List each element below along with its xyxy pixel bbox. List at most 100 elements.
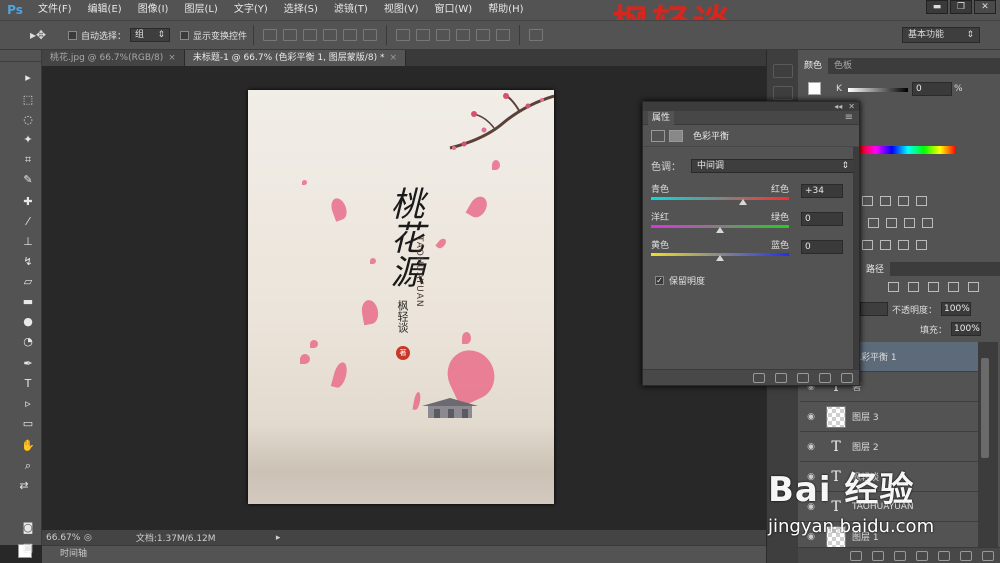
menu-select[interactable]: 选择(S) [276, 0, 326, 20]
type-icon[interactable]: T [20, 376, 36, 392]
align-hcenter-icon[interactable] [343, 29, 358, 41]
properties-scrollbar[interactable] [853, 147, 859, 369]
info-icon[interactable] [772, 86, 793, 100]
stamp-icon[interactable]: ⊥ [20, 234, 36, 250]
menu-file[interactable]: 文件(F) [30, 0, 80, 20]
menu-image[interactable]: 图像(I) [130, 0, 177, 20]
maximize-button[interactable]: ❐ [950, 0, 972, 14]
exposure-icon[interactable] [916, 196, 927, 206]
move-tool-icon[interactable]: ▸✥ [18, 24, 58, 46]
filter-shape-icon[interactable] [948, 282, 959, 292]
close-button[interactable]: ✕ [974, 0, 996, 14]
fx-icon[interactable] [872, 550, 884, 561]
eye-icon[interactable]: ◉ [800, 442, 822, 452]
crop-icon[interactable]: ⌗ [20, 152, 36, 168]
reset-icon[interactable] [797, 372, 809, 383]
distribute-vcenter-icon[interactable] [416, 29, 431, 41]
new-layer-icon[interactable] [960, 550, 972, 561]
scrollbar-thumb[interactable] [981, 358, 989, 458]
slider-thumb[interactable] [739, 199, 748, 205]
invert-icon[interactable] [862, 240, 873, 250]
menu-edit[interactable]: 编辑(E) [80, 0, 130, 20]
preserve-luminosity-checkbox[interactable]: ✓ [655, 276, 664, 285]
status-arrow-icon[interactable]: ▸ [276, 533, 281, 543]
k-value-input[interactable]: 0 [912, 82, 952, 96]
slider-track[interactable] [651, 197, 789, 205]
menu-window[interactable]: 窗口(W) [426, 0, 480, 20]
align-bottom-icon[interactable] [303, 29, 318, 41]
slider-thumb[interactable] [716, 255, 724, 261]
delete-icon[interactable] [841, 372, 853, 383]
shape-icon[interactable]: ▭ [20, 416, 36, 432]
panel-top-bar[interactable]: ◂◂ ✕ [643, 102, 859, 111]
tab-swatches[interactable]: 色板 [828, 58, 858, 74]
align-right-icon[interactable] [363, 29, 378, 41]
close-icon[interactable]: × [168, 53, 176, 63]
new-group-icon[interactable] [938, 550, 950, 561]
filter-smart-icon[interactable] [968, 282, 979, 292]
swap-colors-icon[interactable]: ⇄ [16, 478, 32, 494]
distribute-bottom-icon[interactable] [436, 29, 451, 41]
filter-adjust-icon[interactable] [908, 282, 919, 292]
menu-type[interactable]: 文字(Y) [226, 0, 276, 20]
curves-icon[interactable] [898, 196, 909, 206]
color-swatch[interactable] [808, 82, 821, 95]
zoom-icon[interactable]: ⌕ [20, 458, 36, 474]
new-adjustment-icon[interactable] [916, 550, 928, 561]
filter-type-icon[interactable] [888, 282, 899, 292]
path-select-icon[interactable]: ▹ [20, 396, 36, 412]
timeline-bar[interactable]: 时间轴 [42, 545, 766, 563]
eyedropper-icon[interactable]: ✎ [20, 172, 36, 188]
slider-track[interactable] [651, 225, 789, 233]
brightness-icon[interactable] [862, 196, 873, 206]
pen-icon[interactable]: ✒ [20, 356, 36, 372]
move-icon[interactable]: ▸ [20, 70, 36, 86]
eye-icon[interactable]: ◉ [800, 412, 822, 422]
link-icon[interactable] [850, 550, 862, 561]
opacity-input[interactable]: 100% [941, 302, 972, 316]
properties-titlebar[interactable]: 属性 ≡ [643, 110, 859, 125]
dodge-icon[interactable]: ◔ [20, 334, 36, 350]
lasso-icon[interactable]: ◌ [20, 112, 36, 128]
fill-input[interactable]: 100% [951, 322, 982, 336]
align-vcenter-icon[interactable] [283, 29, 298, 41]
history-brush-icon[interactable]: ↯ [20, 254, 36, 270]
poster-artwork[interactable]: 桃花源 TAOHUAYUAN 枫轻谈 著 [248, 90, 554, 504]
threshold-icon[interactable] [898, 240, 909, 250]
photo-filter-icon[interactable] [922, 218, 933, 228]
slider-value-input[interactable]: +34 [801, 184, 843, 198]
align-left-icon[interactable] [323, 29, 338, 41]
layer-row[interactable]: ◉ 图层 3 [800, 402, 978, 432]
layer-row[interactable]: ◉ T 图层 2 [800, 432, 978, 462]
distribute-right-icon[interactable] [496, 29, 511, 41]
properties-title[interactable]: 属性 [648, 110, 675, 125]
distribute-left-icon[interactable] [456, 29, 471, 41]
hue-icon[interactable] [868, 218, 879, 228]
menu-view[interactable]: 视图(V) [376, 0, 427, 20]
menu-help[interactable]: 帮助(H) [480, 0, 531, 20]
history-icon[interactable] [772, 64, 793, 78]
gradient-map-icon[interactable] [916, 240, 927, 250]
eye-icon[interactable]: ◉ [800, 472, 822, 482]
tab-color[interactable]: 颜色 [798, 58, 829, 74]
slider-value-input[interactable]: 0 [801, 240, 843, 254]
layer-row[interactable]: ◉ T 枫轻谈 [800, 462, 978, 492]
zoom-level[interactable]: 66.67% [42, 533, 84, 543]
panel-menu-icon[interactable]: ≡ [845, 112, 853, 123]
tab-paths[interactable]: 路径 [860, 262, 891, 278]
clip-to-layer-icon[interactable] [753, 372, 765, 383]
auto-select-dropdown[interactable]: 组 ⇕ [130, 28, 171, 42]
tab-untitled[interactable]: 未标题-1 @ 66.7% (色彩平衡 1, 图层蒙版/8) * × [184, 50, 406, 66]
layer-row[interactable]: ◉ T TAOHUAYUAN [800, 492, 978, 522]
eraser-icon[interactable]: ▱ [20, 274, 36, 290]
workspace-dropdown[interactable]: 基本功能 ⇕ [902, 27, 980, 43]
marquee-icon[interactable]: ⬚ [20, 92, 36, 108]
mask-icon[interactable] [669, 129, 683, 142]
filter-text-icon[interactable] [928, 282, 939, 292]
blend-mode-dropdown[interactable] [860, 302, 888, 316]
quick-mask-icon[interactable]: ◙ [20, 520, 36, 536]
toolbar-grip[interactable] [0, 50, 41, 62]
menu-filter[interactable]: 滤镜(T) [326, 0, 376, 20]
collapse-icon[interactable]: ◂◂ [834, 102, 842, 111]
magic-wand-icon[interactable]: ✦ [20, 132, 36, 148]
